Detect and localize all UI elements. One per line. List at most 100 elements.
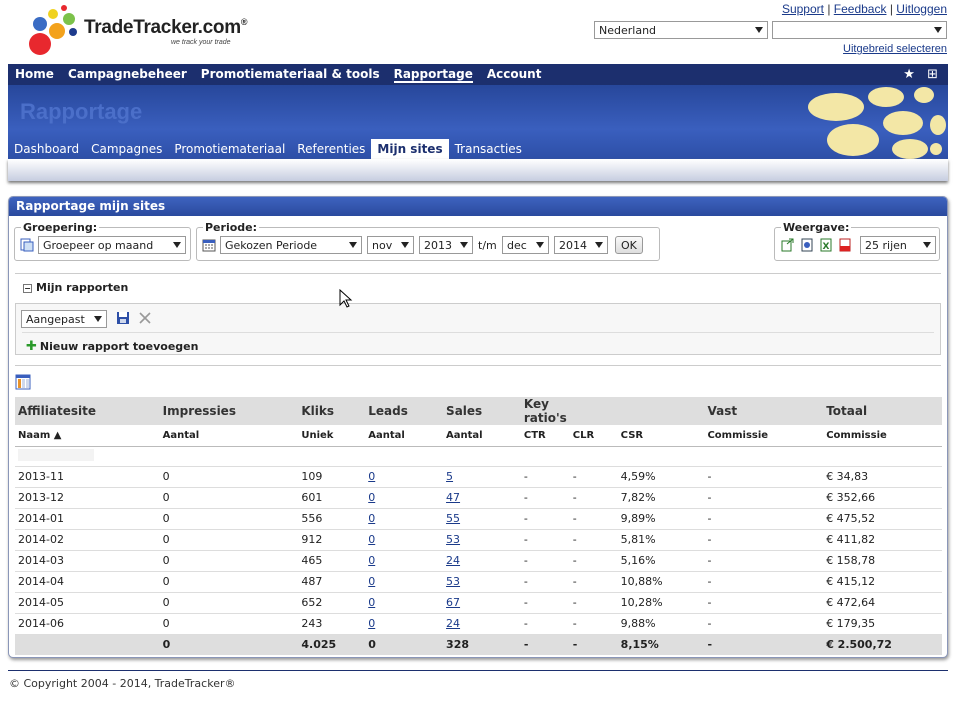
save-icon[interactable]: [116, 311, 130, 325]
mouse-cursor-icon: [339, 289, 353, 308]
table-cell: € 415,12: [823, 571, 942, 593]
leads-link[interactable]: 0: [368, 554, 375, 567]
nav-promotiemateriaal-tools[interactable]: Promotiemateriaal & tools: [194, 64, 387, 85]
banner-title: Rapportage: [20, 99, 143, 124]
grouping-select[interactable]: Groepeer op maand: [38, 236, 186, 254]
period-label: Periode:: [203, 221, 260, 234]
leads-link[interactable]: 0: [368, 533, 375, 546]
country-select[interactable]: Nederland: [594, 21, 768, 39]
col-affiliatesite: Affiliatesite: [15, 397, 160, 425]
table-cell: 465: [298, 550, 366, 572]
from-month-select[interactable]: nov: [367, 236, 414, 254]
sales-link[interactable]: 5: [446, 470, 453, 483]
calendar-icon[interactable]: [202, 238, 216, 252]
divider: [15, 273, 941, 274]
subnav-dashboard[interactable]: Dashboard: [8, 139, 85, 159]
grouping-icon: [20, 238, 34, 252]
support-link[interactable]: Support: [782, 2, 824, 16]
rows-select[interactable]: 25 rijen: [860, 236, 936, 254]
sub-header-row: Naam ▲ Aantal Uniek Aantal Aantal CTR CL…: [15, 425, 942, 447]
table-cell: -: [569, 592, 618, 614]
total-cell: 0: [159, 634, 299, 655]
sales-link[interactable]: 53: [446, 533, 460, 546]
chevron-down-icon: [94, 316, 102, 322]
table-cell: € 475,52: [823, 508, 942, 530]
table-cell: -: [704, 592, 824, 614]
table-cell: 0: [159, 529, 299, 551]
collapse-icon[interactable]: −: [23, 283, 32, 293]
table-cell: -: [704, 508, 824, 530]
nav-account[interactable]: Account: [480, 64, 549, 85]
sales-link[interactable]: 24: [446, 554, 460, 567]
table-cell: -: [569, 550, 618, 572]
to-year-select[interactable]: 2014: [554, 236, 608, 254]
table-cell: 2014-05: [15, 592, 160, 614]
sales-link[interactable]: 55: [446, 512, 460, 525]
to-month-select[interactable]: dec: [502, 236, 549, 254]
my-reports-toggle[interactable]: − Mijn rapporten: [23, 281, 128, 294]
table-cell: 109: [298, 466, 366, 488]
star-icon[interactable]: ★: [903, 67, 915, 82]
my-reports-box: Aangepast ✚ Nieuw rapport toevoegen: [15, 303, 941, 355]
subnav-mijn-sites[interactable]: Mijn sites: [371, 139, 449, 159]
sales-link[interactable]: 67: [446, 596, 460, 609]
table-cell: -: [520, 487, 570, 509]
tradetracker-logo[interactable]: TradeTracker.com® we track your trade: [26, 4, 256, 56]
table-cell: -: [569, 508, 618, 530]
period-select[interactable]: Gekozen Periode: [220, 236, 362, 254]
logout-link[interactable]: Uitloggen: [896, 2, 947, 16]
totals-row: 0 4.025 0 328- -8,15% - € 2.500,72: [15, 634, 942, 655]
nav-rapportage[interactable]: Rapportage: [387, 64, 480, 85]
feedback-link[interactable]: Feedback: [834, 2, 887, 16]
table-row: 2014-01 0 556 0 55- -9,89% - € 475,52: [15, 508, 942, 530]
sales-link[interactable]: 24: [446, 617, 460, 630]
delete-icon[interactable]: [138, 311, 152, 325]
subnav-referenties[interactable]: Referenties: [291, 139, 371, 159]
col-vast: Vast: [704, 397, 824, 425]
brand-name: TradeTracker.com®: [84, 17, 248, 38]
table-cell: -: [520, 466, 570, 488]
sitemap-icon[interactable]: ⊞: [927, 67, 938, 82]
subnav-promotiemateriaal[interactable]: Promotiemateriaal: [168, 139, 291, 159]
col-kliks: Kliks: [298, 397, 366, 425]
export-icon[interactable]: [781, 238, 795, 252]
col-key-ratios: Key ratio's: [520, 397, 570, 425]
leads-link[interactable]: 0: [368, 617, 375, 630]
columns-icon[interactable]: [15, 374, 31, 390]
table-cell: 2014-03: [15, 550, 160, 572]
print-icon[interactable]: [800, 238, 814, 252]
top-links: Support | Feedback | Uitloggen: [781, 2, 947, 16]
subnav-transacties[interactable]: Transacties: [449, 139, 528, 159]
advanced-select-link[interactable]: Uitgebreid selecteren: [843, 43, 947, 55]
site-select[interactable]: [772, 21, 947, 39]
footer-copyright: © Copyright 2004 - 2014, TradeTracker®: [9, 677, 236, 690]
sort-naam-header[interactable]: Naam ▲: [15, 425, 160, 447]
grouping-label: Groepering:: [21, 221, 100, 234]
leads-link[interactable]: 0: [368, 575, 375, 588]
pdf-icon[interactable]: [838, 238, 852, 252]
nav-campagnebeheer[interactable]: Campagnebeheer: [61, 64, 194, 85]
total-cell: € 2.500,72: [823, 634, 942, 655]
table-cell: 2014-06: [15, 613, 160, 635]
subnav-campagnes[interactable]: Campagnes: [85, 139, 168, 159]
table-cell: 652: [298, 592, 366, 614]
excel-icon[interactable]: X: [819, 238, 833, 252]
leads-link[interactable]: 0: [368, 491, 375, 504]
table-cell: € 34,83: [823, 466, 942, 488]
table-cell: 2013-11: [15, 466, 160, 488]
report-select[interactable]: Aangepast: [21, 310, 107, 328]
leads-link[interactable]: 0: [368, 470, 375, 483]
sales-link[interactable]: 47: [446, 491, 460, 504]
sales-link[interactable]: 53: [446, 575, 460, 588]
total-cell: 0: [365, 634, 444, 655]
add-report-button[interactable]: ✚ Nieuw rapport toevoegen: [26, 339, 198, 354]
group-header-row: Affiliatesite Impressies Kliks Leads Sal…: [15, 397, 942, 425]
chevron-down-icon: [934, 27, 942, 33]
leads-link[interactable]: 0: [368, 596, 375, 609]
ok-button[interactable]: OK: [615, 236, 643, 254]
leads-link[interactable]: 0: [368, 512, 375, 525]
from-year-select[interactable]: 2013: [419, 236, 473, 254]
table-cell: € 352,66: [823, 487, 942, 509]
nav-home[interactable]: Home: [8, 64, 61, 85]
banner-bottom-bar: [8, 159, 948, 181]
